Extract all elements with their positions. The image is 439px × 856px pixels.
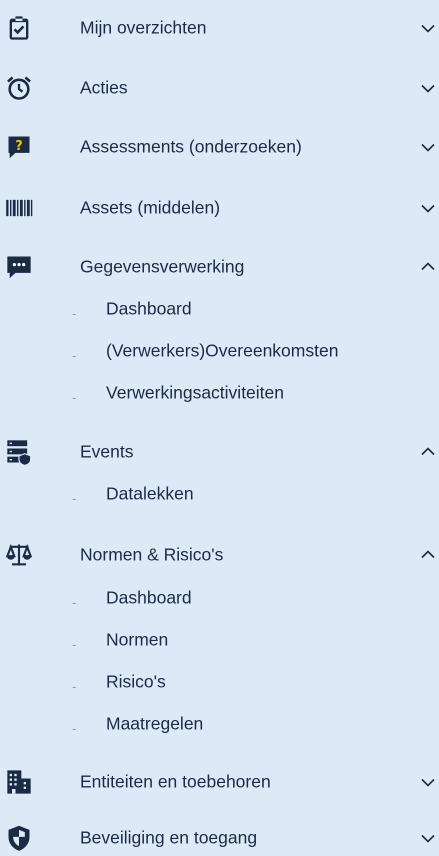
submenu-item-risicos[interactable]: - Risico's	[0, 664, 439, 700]
chevron-up-icon[interactable]	[419, 258, 437, 276]
submenu-item-maatregelen[interactable]: - Maatregelen	[0, 706, 439, 742]
submenu-item-normen[interactable]: - Normen	[0, 622, 439, 658]
menu-item-acties[interactable]: Acties	[0, 68, 439, 108]
submenu-item-label: Normen	[106, 629, 169, 650]
submenu-item-label: Risico's	[106, 671, 166, 692]
submenu-item-label: Datalekken	[106, 483, 194, 504]
submenu-item-label: Dashboard	[106, 298, 192, 319]
submenu-item-dashboard[interactable]: - Dashboard	[0, 580, 439, 616]
menu-item-label: Acties	[80, 77, 128, 98]
menu-item-mijn-overzichten[interactable]: Mijn overzichten	[0, 8, 439, 48]
balance-scale-icon	[4, 540, 34, 570]
submenu-item-label: Verwerkingsactiviteiten	[106, 382, 284, 403]
chevron-down-icon[interactable]	[419, 773, 437, 791]
submenu-item-datalekken[interactable]: - Datalekken	[0, 476, 439, 512]
menu-item-events[interactable]: Events	[0, 432, 439, 472]
submenu-bullet: -	[72, 679, 77, 694]
alarm-clock-icon	[4, 73, 34, 103]
chevron-down-icon[interactable]	[419, 199, 437, 217]
sidebar-navigation: Mijn overzichten Acties ? Assessments (o…	[0, 0, 439, 856]
clipboard-check-icon	[4, 13, 34, 43]
submenu-bullet: -	[72, 348, 77, 363]
chat-dots-icon	[4, 252, 34, 282]
chevron-down-icon[interactable]	[419, 829, 437, 847]
submenu-bullet: -	[72, 721, 77, 736]
menu-item-label: Assets (middelen)	[80, 197, 221, 218]
submenu-bullet: -	[72, 595, 77, 610]
shield-icon	[4, 823, 34, 853]
menu-item-label: Entiteiten en toebehoren	[80, 771, 271, 792]
submenu-bullet: -	[72, 637, 77, 652]
menu-item-normen-risicos[interactable]: Normen & Risico's	[0, 535, 439, 575]
menu-item-label: Normen & Risico's	[80, 544, 224, 565]
submenu-bullet: -	[72, 390, 77, 405]
menu-item-beveiliging[interactable]: Beveiliging en toegang	[0, 818, 439, 856]
barcode-icon	[4, 193, 34, 223]
chevron-up-icon[interactable]	[419, 443, 437, 461]
menu-item-assessments[interactable]: ? Assessments (onderzoeken)	[0, 127, 439, 167]
menu-item-label: Events	[80, 441, 134, 462]
menu-item-label: Beveiliging en toegang	[80, 827, 258, 848]
svg-text:?: ?	[15, 139, 22, 154]
chevron-down-icon[interactable]	[419, 138, 437, 156]
submenu-item-label: Dashboard	[106, 587, 192, 608]
menu-item-label: Assessments (onderzoeken)	[80, 136, 302, 157]
menu-item-entiteiten[interactable]: Entiteiten en toebehoren	[0, 762, 439, 802]
submenu-bullet: -	[72, 491, 77, 506]
menu-item-gegevensverwerking[interactable]: Gegevensverwerking	[0, 247, 439, 287]
chevron-up-icon[interactable]	[419, 546, 437, 564]
question-bubble-icon: ?	[4, 132, 34, 162]
submenu-item-dashboard[interactable]: - Dashboard	[0, 291, 439, 327]
submenu-bullet: -	[72, 306, 77, 321]
submenu-item-label: Maatregelen	[106, 713, 204, 734]
building-icon	[4, 767, 34, 797]
menu-item-label: Gegevensverwerking	[80, 256, 245, 277]
chevron-down-icon[interactable]	[419, 19, 437, 37]
submenu-item-verwerkingsactiviteiten[interactable]: - Verwerkingsactiviteiten	[0, 375, 439, 411]
chevron-down-icon[interactable]	[419, 79, 437, 97]
menu-item-assets[interactable]: Assets (middelen)	[0, 188, 439, 228]
server-shield-icon	[4, 437, 34, 467]
menu-item-label: Mijn overzichten	[80, 17, 207, 38]
submenu-item-label: (Verwerkers)Overeenkomsten	[106, 340, 339, 361]
submenu-item-verwerkersovereenkomsten[interactable]: - (Verwerkers)Overeenkomsten	[0, 333, 439, 369]
